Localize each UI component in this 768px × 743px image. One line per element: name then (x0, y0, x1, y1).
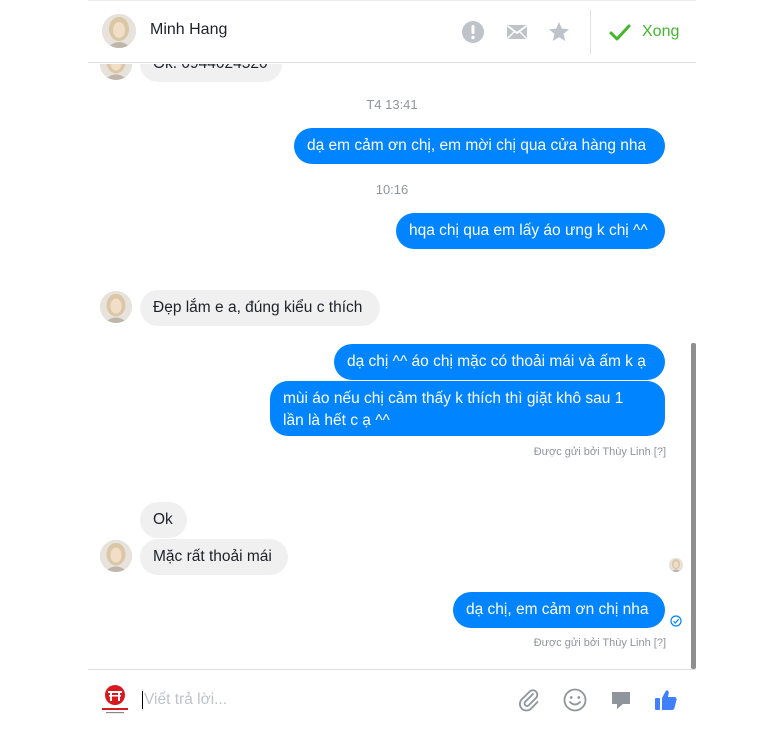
text-caret (142, 691, 143, 709)
incoming-message[interactable]: Ok (140, 502, 187, 538)
message-composer (88, 669, 696, 729)
thread-scrollbar[interactable] (691, 343, 696, 669)
like-icon[interactable] (653, 687, 679, 713)
sent-by-help[interactable]: [?] (654, 446, 666, 458)
seen-avatar (669, 558, 683, 572)
sent-by-label: Được gửi bởi Thùy Linh [?] (534, 637, 666, 649)
avatar-image (669, 558, 683, 572)
outgoing-message[interactable]: dạ chị ^^ áo chị mặc có thoải mái và ấm … (334, 344, 665, 380)
message-thread[interactable]: Ok. 0944024520 T4 13:41 dạ em cảm ơn chị… (88, 64, 696, 669)
sticker-icon[interactable] (608, 687, 634, 713)
contact-avatar-small (100, 291, 132, 323)
checkmark-icon (609, 24, 631, 41)
contact-avatar[interactable] (102, 14, 136, 48)
avatar-image (100, 64, 132, 80)
outgoing-message[interactable]: dạ em cảm ơn chị, em mời chị qua cửa hàn… (294, 128, 665, 164)
outgoing-message[interactable]: mùi áo nếu chị cảm thấy k thích thì giặt… (270, 381, 665, 436)
emoji-icon[interactable] (562, 687, 588, 713)
logo-image (98, 682, 132, 716)
incoming-message[interactable]: Đẹp lắm e a, đúng kiểu c thích (140, 290, 380, 326)
sent-by-help[interactable]: [?] (654, 637, 666, 649)
done-button[interactable]: Xong (608, 19, 679, 45)
outgoing-message[interactable]: hqa chị qua em lấy áo ưng k chị ^^ (396, 213, 665, 249)
sent-by-text: Được gửi bởi Thùy Linh (533, 446, 651, 458)
header-divider (590, 10, 591, 54)
message-line: mùi áo nếu chị cảm thấy k thích thì giặt… (283, 390, 624, 407)
sent-by-label: Được gửi bởi Thùy Linh [?] (534, 446, 666, 458)
timestamp: T4 13:41 (366, 97, 418, 112)
reply-input[interactable] (144, 686, 444, 714)
sent-by-text: Được gửi bởi Thùy Linh (533, 637, 651, 649)
avatar-image (102, 14, 136, 48)
conversation-header: Minh Hang Xong (88, 0, 696, 63)
incoming-message[interactable]: Ok. 0944024520 (140, 64, 282, 82)
avatar-image (100, 291, 132, 323)
alert-icon[interactable] (461, 20, 485, 44)
done-label: Xong (642, 23, 680, 40)
contact-avatar-small (100, 540, 132, 572)
delivered-check-icon (670, 615, 682, 627)
attachment-icon[interactable] (516, 687, 542, 713)
star-icon[interactable] (547, 20, 571, 44)
outgoing-message[interactable]: dạ chị, em cảm ơn chị nha (453, 592, 665, 628)
message-line: lần là hết c ạ ^^ (283, 412, 390, 429)
contact-avatar-small (100, 64, 132, 80)
incoming-message[interactable]: Mặc rất thoải mái (140, 539, 288, 575)
timestamp: 10:16 (375, 182, 409, 197)
envelope-icon[interactable] (505, 20, 529, 44)
page-logo (98, 682, 132, 716)
avatar-image (100, 540, 132, 572)
contact-name[interactable]: Minh Hang (150, 21, 227, 39)
